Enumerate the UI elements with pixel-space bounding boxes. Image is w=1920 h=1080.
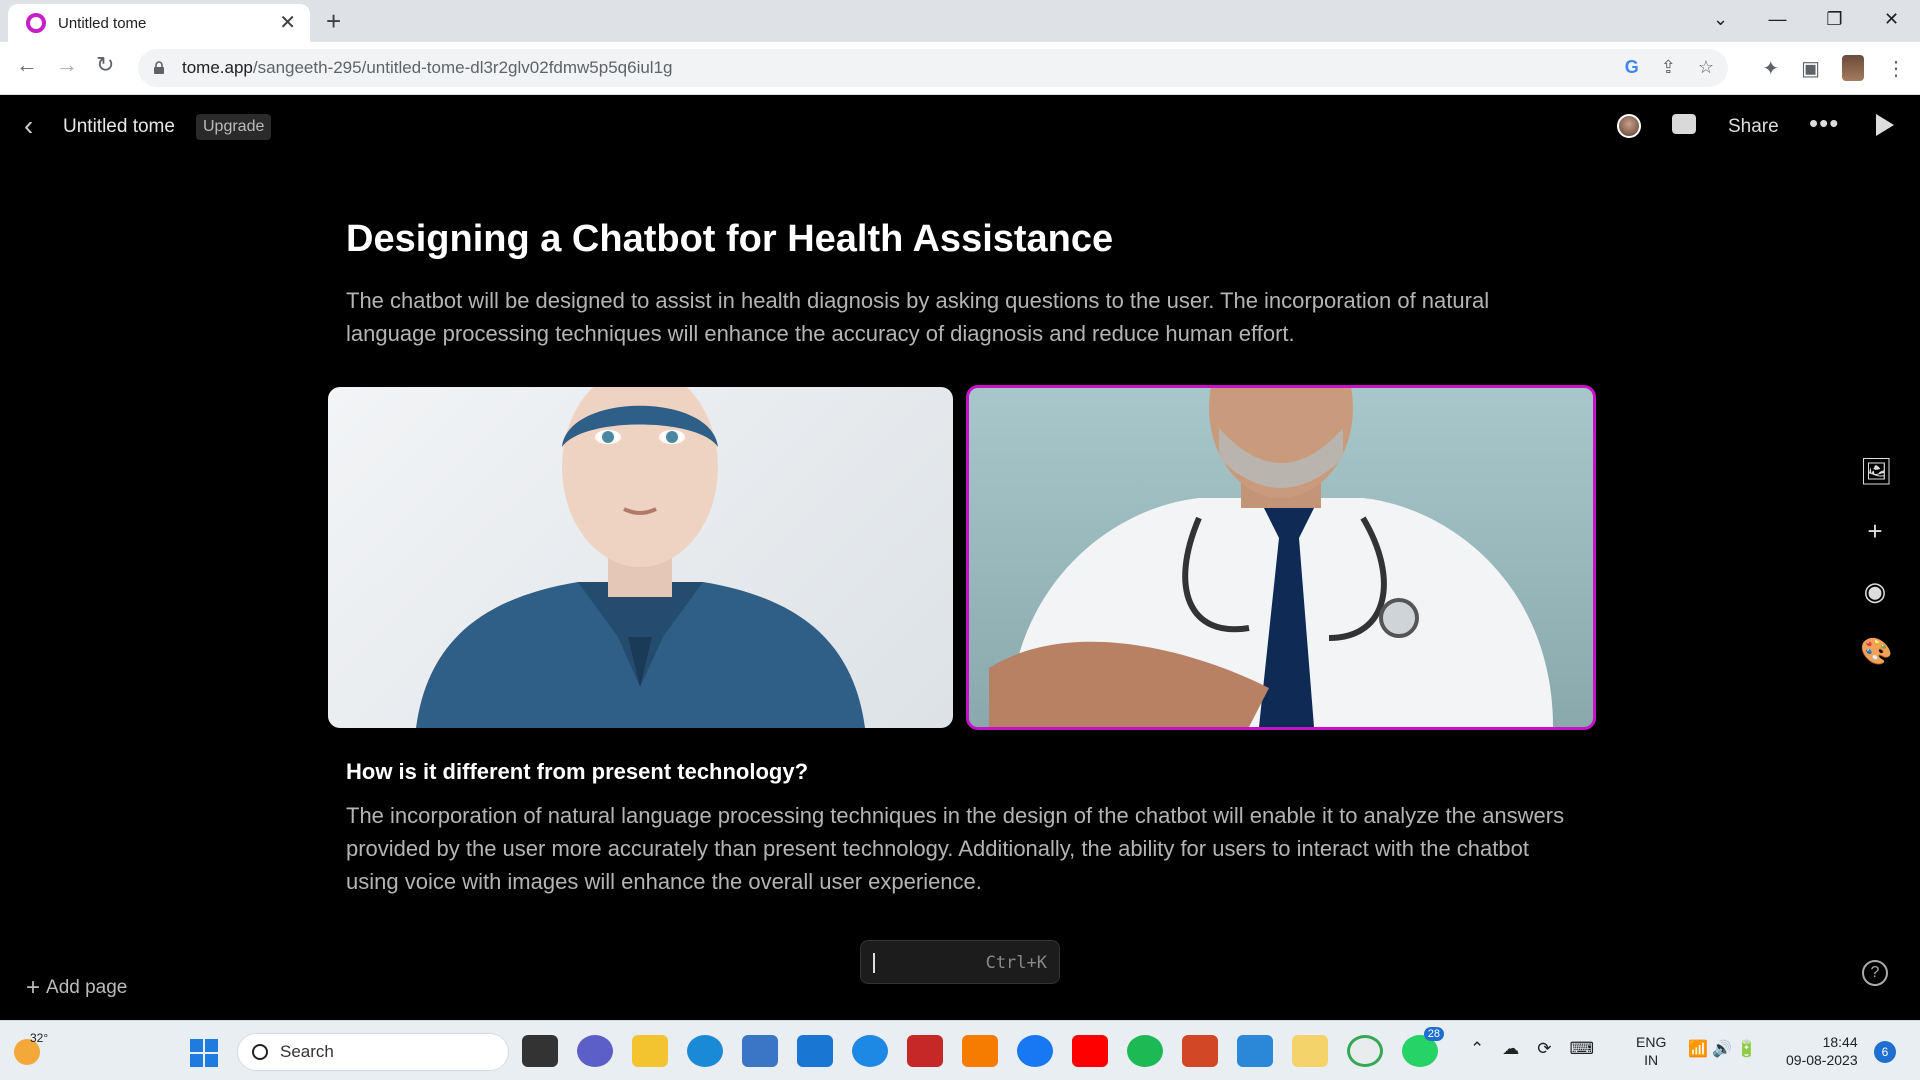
tray-chevron-icon[interactable]: ⌃: [1470, 1039, 1484, 1059]
extension-area: ✦ ▣ ⋮: [1762, 55, 1906, 81]
document-title[interactable]: Untitled tome: [63, 116, 175, 138]
add-tile-icon[interactable]: +: [1860, 516, 1890, 546]
browser-tab[interactable]: Untitled tome ✕: [8, 4, 310, 42]
close-tab-icon[interactable]: ✕: [279, 13, 296, 33]
window-controls: ⌄ — ❐ ✕: [1692, 0, 1920, 42]
comment-icon[interactable]: [1672, 114, 1696, 134]
ms-store-icon[interactable]: [742, 1035, 778, 1067]
windows-start-icon[interactable]: [190, 1039, 218, 1067]
share-page-icon[interactable]: ⇪: [1661, 57, 1676, 78]
network-volume-battery-icons[interactable]: 📶 🔊 🔋: [1688, 1039, 1757, 1059]
minimize-button[interactable]: —: [1749, 0, 1806, 42]
onedrive-icon[interactable]: ☁: [1502, 1039, 1519, 1059]
image-female-health-assistant[interactable]: [328, 387, 953, 728]
files-app-icon[interactable]: [1292, 1035, 1328, 1067]
theme-palette-icon[interactable]: 🎨: [1860, 636, 1892, 666]
help-icon[interactable]: ?: [1862, 960, 1888, 986]
system-tray: ⌃ ☁ ⟳ ⌨: [1470, 1039, 1594, 1059]
google-icon[interactable]: G: [1625, 57, 1639, 78]
more-options-icon[interactable]: •••: [1809, 108, 1839, 139]
whatsapp-badge: 28: [1423, 1027, 1444, 1041]
tome-app: ‹ Untitled tome Upgrade Share ••• Design…: [0, 96, 1920, 1020]
intro-paragraph[interactable]: The chatbot will be designed to assist i…: [346, 284, 1546, 350]
female-portrait-illustration: [416, 387, 865, 728]
language-indicator[interactable]: ENG IN: [1636, 1033, 1666, 1069]
youtube-icon[interactable]: [1072, 1035, 1108, 1067]
url-text: tome.app/sangeeth-295/untitled-tome-dl3r…: [182, 58, 673, 77]
chrome-icon[interactable]: [1347, 1035, 1383, 1067]
close-window-button[interactable]: ✕: [1863, 0, 1920, 42]
edge-browser-icon[interactable]: [687, 1035, 723, 1067]
bookmark-star-icon[interactable]: ☆: [1698, 57, 1714, 78]
back-chevron-icon[interactable]: ‹: [24, 112, 33, 140]
windows-taskbar: 32° Search 28 ⌃ ☁ ⟳ ⌨ ENG IN 📶 🔊 🔋 18:44: [0, 1020, 1920, 1080]
tome-favicon-icon: [26, 13, 46, 33]
tab-search-icon[interactable]: ⌄: [1692, 0, 1749, 42]
photos-icon[interactable]: [1237, 1035, 1273, 1067]
command-input[interactable]: Ctrl+K: [860, 940, 1060, 984]
side-panel-icon[interactable]: ▣: [1801, 56, 1820, 81]
image-tool-icon[interactable]: 🖼: [1860, 456, 1893, 486]
whatsapp-icon[interactable]: 28: [1402, 1027, 1444, 1067]
restore-button[interactable]: ❐: [1806, 0, 1863, 42]
record-icon[interactable]: ◉: [1860, 576, 1890, 606]
add-page-button[interactable]: + Add page: [26, 974, 127, 1002]
add-page-label: Add page: [46, 977, 128, 998]
temperature: 32°: [30, 1031, 49, 1045]
present-play-icon[interactable]: [1876, 114, 1894, 136]
upgrade-badge[interactable]: Upgrade: [196, 114, 272, 140]
aha-app-icon[interactable]: [962, 1035, 998, 1067]
task-view-icon[interactable]: [522, 1035, 558, 1067]
doctor-portrait-illustration: [989, 388, 1553, 727]
notification-count-badge[interactable]: 6: [1874, 1041, 1896, 1063]
clock-date: 09-08-2023: [1786, 1052, 1858, 1068]
address-bar[interactable]: tome.app/sangeeth-295/untitled-tome-dl3r…: [138, 49, 1728, 87]
omnibox-actions: G ⇪ ☆: [1625, 57, 1714, 78]
myhp-icon[interactable]: [797, 1035, 833, 1067]
command-shortcut-hint: Ctrl+K: [985, 953, 1047, 973]
lock-icon: [154, 61, 164, 74]
browser-tab-bar: Untitled tome ✕ + ⌄ — ❐ ✕: [0, 0, 1920, 42]
taskbar-search[interactable]: Search: [237, 1033, 509, 1071]
clock[interactable]: 18:44 09-08-2023: [1786, 1033, 1858, 1069]
browser-toolbar: ← → ↻ tome.app/sangeeth-295/untitled-tom…: [0, 42, 1920, 95]
forward-button[interactable]: →: [56, 52, 78, 78]
clock-time: 18:44: [1822, 1034, 1858, 1050]
pinned-apps: 28: [522, 1027, 1444, 1067]
user-avatar[interactable]: [1617, 114, 1641, 138]
text-caret: [873, 953, 875, 973]
powerpoint-icon[interactable]: [1182, 1035, 1218, 1067]
section-heading[interactable]: How is it different from present technol…: [346, 759, 808, 785]
facebook-icon[interactable]: [1017, 1035, 1053, 1067]
weather-widget[interactable]: 32°: [12, 1031, 48, 1067]
image-doctor-stethoscope[interactable]: [966, 385, 1596, 730]
right-tool-rail: 🖼 + ◉ 🎨: [1860, 456, 1893, 666]
language-code: ENG: [1636, 1034, 1667, 1050]
profile-avatar[interactable]: [1842, 55, 1864, 81]
extensions-icon[interactable]: ✦: [1762, 56, 1779, 81]
keyboard-icon[interactable]: ⌨: [1570, 1039, 1595, 1059]
file-explorer-icon[interactable]: [632, 1035, 668, 1067]
search-label: Search: [280, 1042, 334, 1061]
plus-icon: +: [26, 974, 41, 1001]
get-help-icon[interactable]: [852, 1035, 888, 1067]
mcafee-icon[interactable]: [907, 1035, 943, 1067]
section-body-paragraph[interactable]: The incorporation of natural language pr…: [346, 799, 1586, 898]
region-code: IN: [1644, 1052, 1659, 1068]
back-button[interactable]: ←: [16, 52, 38, 78]
spotify-icon[interactable]: [1127, 1035, 1163, 1067]
teams-chat-icon[interactable]: [577, 1035, 613, 1067]
share-button[interactable]: Share: [1728, 116, 1779, 138]
reload-button[interactable]: ↻: [96, 52, 114, 78]
sync-icon[interactable]: ⟳: [1537, 1039, 1551, 1059]
page-title[interactable]: Designing a Chatbot for Health Assistanc…: [346, 218, 1113, 261]
chrome-menu-icon[interactable]: ⋮: [1886, 56, 1906, 81]
tab-title: Untitled tome: [58, 14, 147, 32]
new-tab-button[interactable]: +: [326, 6, 341, 36]
search-icon: [252, 1044, 268, 1060]
